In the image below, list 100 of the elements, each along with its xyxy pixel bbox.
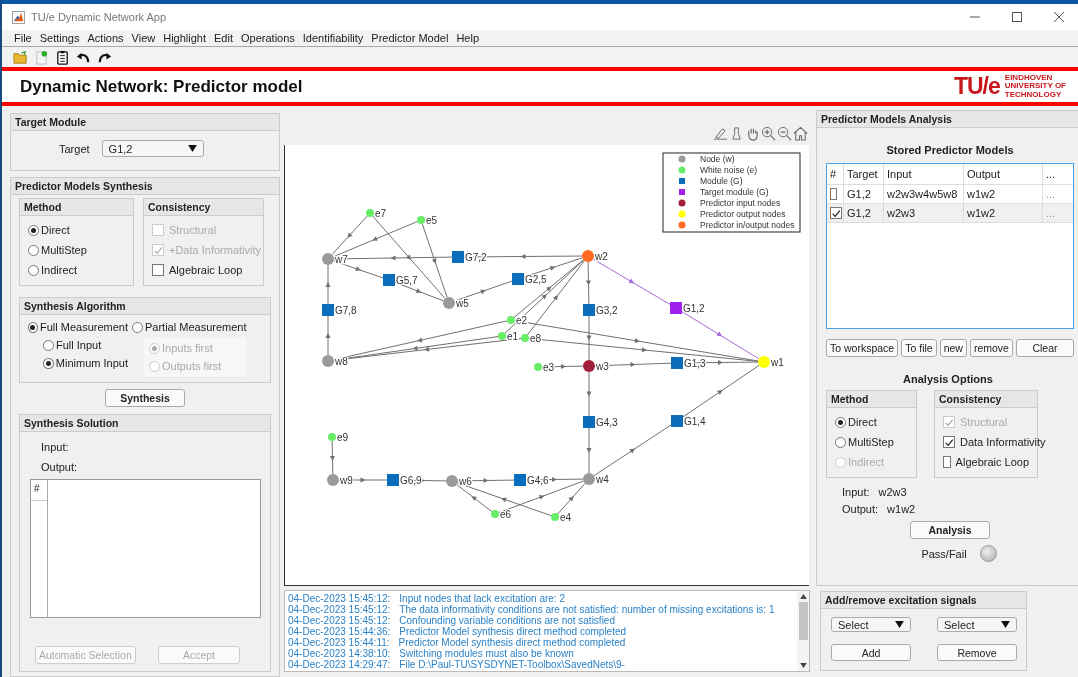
checkbox[interactable] xyxy=(943,436,955,448)
menu-item[interactable]: Highlight xyxy=(163,32,207,44)
option-label: Full Measurement xyxy=(39,321,128,333)
zoom-out-icon[interactable] xyxy=(777,126,792,141)
action-button[interactable]: Remove xyxy=(937,644,1017,661)
node-dot[interactable] xyxy=(521,334,529,342)
option-label: Structural xyxy=(169,224,217,236)
menu-item[interactable]: Edit xyxy=(214,32,233,44)
node-dot[interactable] xyxy=(507,316,515,324)
app-icon xyxy=(12,10,25,24)
radio-button[interactable] xyxy=(28,264,39,276)
brush-icon[interactable] xyxy=(713,126,728,141)
legend-label: Node (w) xyxy=(700,154,735,164)
checkbox[interactable] xyxy=(830,207,842,219)
node-dot[interactable] xyxy=(328,433,336,441)
node-label: G5,7 xyxy=(396,275,418,286)
action-button[interactable]: remove xyxy=(969,339,1013,357)
node-dot[interactable] xyxy=(446,475,458,487)
data-tip-icon[interactable] xyxy=(729,126,744,141)
synthesis-button[interactable]: Synthesis xyxy=(105,389,185,407)
column-header: ... xyxy=(1045,167,1057,182)
node-label: w7 xyxy=(335,254,348,265)
node-dot[interactable] xyxy=(758,356,770,368)
node-dot[interactable] xyxy=(491,510,499,518)
folder-icon[interactable] xyxy=(13,49,28,65)
node-dot[interactable] xyxy=(366,209,374,217)
output-label: Output: xyxy=(842,503,879,515)
node-label: e7 xyxy=(375,208,387,219)
radio-button[interactable] xyxy=(28,321,38,333)
radio-button[interactable] xyxy=(835,416,846,428)
node-dot[interactable] xyxy=(417,216,425,224)
radio-button[interactable] xyxy=(835,436,846,448)
node-label: w4 xyxy=(596,474,609,485)
menu-item[interactable]: Predictor Model xyxy=(371,32,449,44)
save-icon[interactable] xyxy=(55,49,70,65)
scroll-up-icon[interactable] xyxy=(799,594,807,599)
option-label: Data Informativity xyxy=(960,436,1046,448)
close-icon[interactable] xyxy=(1054,12,1064,22)
university-logo: TU/e xyxy=(953,73,1000,100)
menu-item[interactable]: Settings xyxy=(39,32,80,44)
node-dot[interactable] xyxy=(551,513,559,521)
node-dot[interactable] xyxy=(443,297,455,309)
menu-item[interactable]: Identifiability xyxy=(302,32,364,44)
action-button[interactable]: Add xyxy=(831,644,911,661)
menu-item[interactable]: Actions xyxy=(87,32,124,44)
option-label: Outputs first xyxy=(162,360,222,372)
menu-item[interactable]: Help xyxy=(456,32,480,44)
zoom-in-icon[interactable] xyxy=(761,126,776,141)
page-title: Dynamic Network: Predictor model xyxy=(20,76,303,97)
radio-button[interactable] xyxy=(43,357,54,369)
node-label: G4,3 xyxy=(596,417,618,428)
node-dot[interactable] xyxy=(327,474,339,486)
window-title: TU/e Dynamic Network App xyxy=(31,11,167,23)
radio-button[interactable] xyxy=(28,224,39,236)
signal-dropdown[interactable]: Select xyxy=(937,617,1017,632)
checkbox[interactable] xyxy=(830,188,837,200)
pan-icon[interactable] xyxy=(745,126,760,141)
node-label: G7,2 xyxy=(465,252,487,263)
node-dot[interactable] xyxy=(583,360,595,372)
node-label: G1,2 xyxy=(683,303,705,314)
checkbox[interactable] xyxy=(152,264,164,276)
output-value: w1w2 xyxy=(887,503,916,515)
node-label: w2 xyxy=(595,251,608,262)
node-label: e6 xyxy=(500,509,512,520)
column-header: Input xyxy=(884,164,964,184)
action-button[interactable]: To file xyxy=(901,339,937,357)
column-header: # xyxy=(31,480,47,501)
radio-button[interactable] xyxy=(43,339,54,351)
new-file-icon[interactable] xyxy=(34,49,49,65)
signal-dropdown[interactable]: Select xyxy=(831,617,911,632)
node-dot[interactable] xyxy=(582,250,594,262)
maximize-icon[interactable] xyxy=(1012,12,1022,22)
panel-title: Add/remove excitation signals xyxy=(821,592,1026,609)
panel-title: Predictor Models Analysis xyxy=(817,111,1078,128)
panel-title: Method xyxy=(827,391,916,408)
node-dot[interactable] xyxy=(322,253,334,265)
radio-button[interactable] xyxy=(132,321,143,333)
checkbox[interactable] xyxy=(943,456,951,468)
action-button[interactable]: To workspace xyxy=(826,339,899,357)
radio-button[interactable] xyxy=(28,244,39,256)
analysis-button[interactable]: Analysis xyxy=(910,521,990,539)
target-dropdown[interactable]: G1,2 xyxy=(101,140,204,157)
scroll-down-icon[interactable] xyxy=(799,663,807,668)
action-button[interactable]: Clear xyxy=(1015,339,1074,357)
action-button[interactable]: new xyxy=(939,339,967,357)
node-dot[interactable] xyxy=(534,363,542,371)
logo-text: TECHNOLOGY xyxy=(1004,90,1063,100)
scrollbar[interactable] xyxy=(797,591,809,671)
menu-item[interactable]: View xyxy=(131,32,156,44)
menu-item[interactable]: File xyxy=(14,32,32,44)
node-dot[interactable] xyxy=(583,473,595,485)
section-title: Stored Predictor Models xyxy=(885,144,1015,156)
log-time: 04-Dec-2023 15:44:36: xyxy=(288,626,391,637)
menu-item[interactable]: Operations xyxy=(241,32,295,44)
option-label: +Data Informativity xyxy=(169,244,261,256)
home-icon[interactable] xyxy=(793,126,808,141)
node-dot[interactable] xyxy=(498,332,506,340)
legend-label: Predictor in/output nodes xyxy=(700,220,795,230)
status-lamp xyxy=(979,545,997,562)
node-dot[interactable] xyxy=(322,355,334,367)
